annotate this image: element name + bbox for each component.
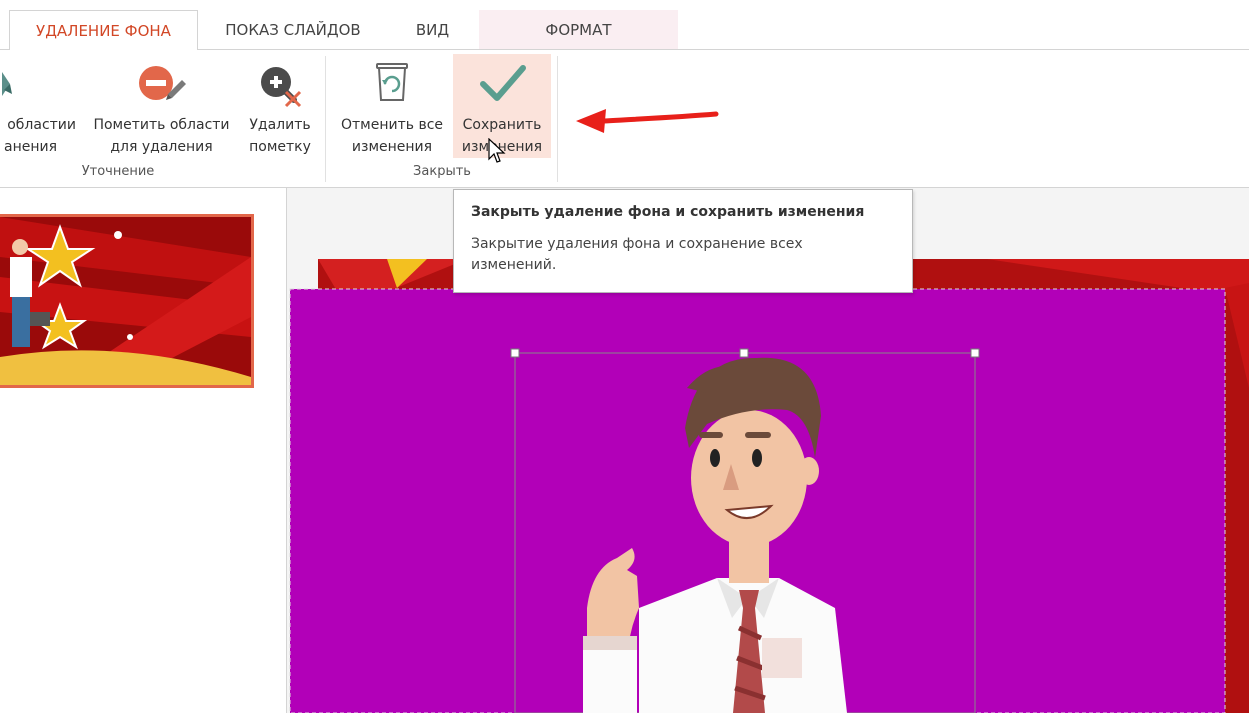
delete-mark-icon	[261, 67, 302, 108]
discard-line2: изменения	[351, 139, 433, 155]
recycle-bin-icon	[376, 63, 408, 101]
mark-keep-button[interactable]: областии анения	[0, 54, 80, 158]
ribbon-tabs: УДАЛЕНИЕ ФОНА ПОКАЗ СЛАЙДОВ ВИД ФОРМАТ	[0, 10, 1249, 51]
discard-line1: Отменить все	[340, 117, 444, 133]
mouse-cursor-icon	[488, 138, 506, 163]
mark-remove-line1: Пометить области	[93, 117, 230, 133]
close-group-label: Закрыть	[413, 164, 471, 179]
remove-area-icon	[139, 66, 186, 100]
delete-mark-button[interactable]: Удалить пометку	[242, 54, 318, 158]
delete-mark-line2: пометку	[249, 139, 311, 155]
tab-background-removal[interactable]: УДАЛЕНИЕ ФОНА	[9, 10, 198, 51]
slide-thumbnail-pane	[0, 188, 287, 713]
title-strip	[0, 0, 1249, 10]
red-arrow-annotation	[576, 109, 719, 133]
tab-slideshow[interactable]: ПОКАЗ СЛАЙДОВ	[208, 10, 378, 49]
refine-group-label: Уточнение	[81, 164, 155, 179]
mark-remove-button[interactable]: Пометить области для удаления	[84, 54, 239, 158]
tooltip-title: Закрыть удаление фона и сохранить измене…	[471, 204, 865, 220]
discard-changes-button[interactable]: Отменить все изменения	[333, 54, 451, 158]
keep-line1: Сохранить	[462, 117, 542, 133]
slide-thumbnail-image	[0, 217, 251, 385]
mark-keep-line2: анения	[4, 139, 58, 155]
pencil-plus-icon	[2, 72, 12, 96]
group-separator-2	[557, 56, 558, 182]
mark-remove-line2: для удаления	[110, 139, 213, 155]
keep-changes-tooltip: Закрыть удаление фона и сохранить измене…	[453, 189, 913, 293]
group-separator	[325, 56, 326, 182]
mark-keep-line1: областии	[7, 117, 76, 133]
tooltip-body: Закрытие удаления фона и сохранение всех…	[471, 236, 803, 273]
tab-view[interactable]: ВИД	[395, 10, 470, 49]
delete-mark-line1: Удалить	[249, 117, 311, 133]
tab-format[interactable]: ФОРМАТ	[479, 10, 678, 49]
slide-thumbnail[interactable]	[0, 214, 254, 388]
checkmark-icon	[480, 65, 526, 101]
